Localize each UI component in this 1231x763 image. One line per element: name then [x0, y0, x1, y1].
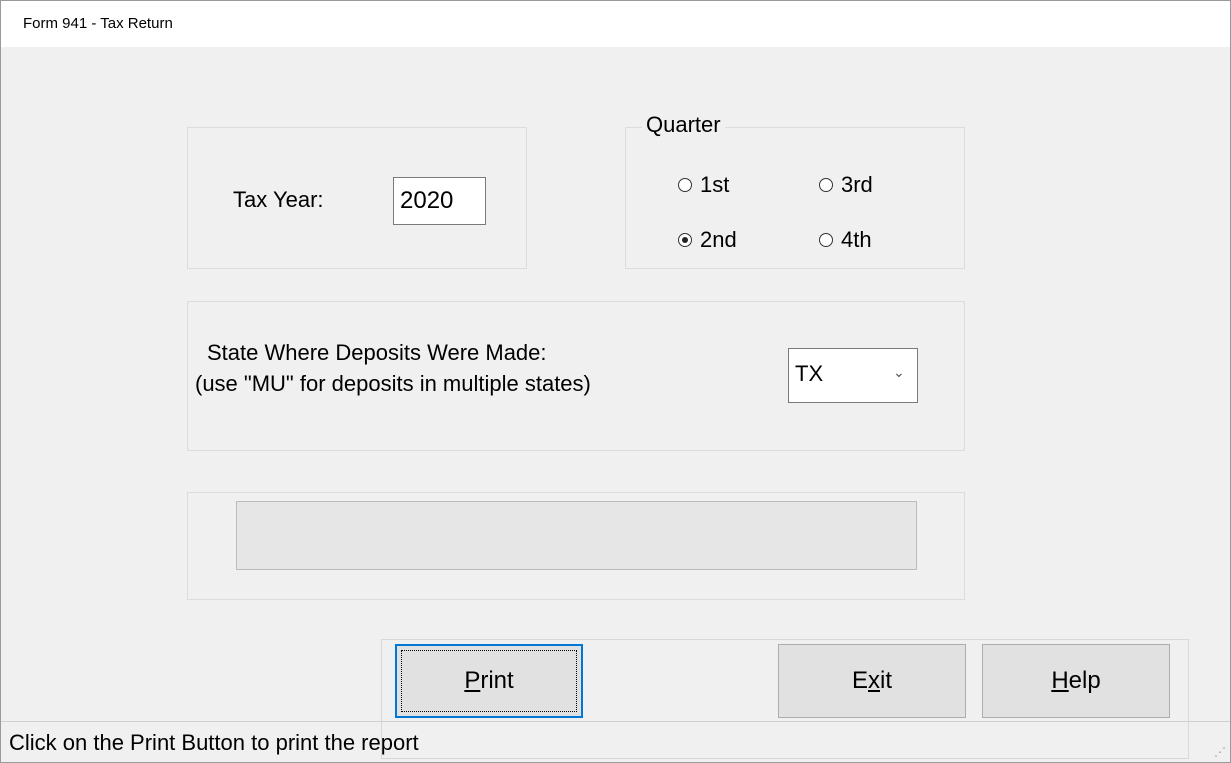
- print-button[interactable]: Print: [395, 644, 583, 718]
- radio-label-2nd: 2nd: [700, 227, 737, 252]
- exit-button[interactable]: Exit: [778, 644, 966, 718]
- radio-circle-1st: [678, 178, 692, 192]
- radio-quarter-4th[interactable]: 4th: [819, 227, 872, 253]
- help-button[interactable]: Help: [982, 644, 1170, 718]
- state-selected-value: TX: [795, 361, 824, 386]
- radio-label-4th: 4th: [841, 227, 872, 252]
- tax-year-input[interactable]: [393, 177, 486, 225]
- radio-circle-2nd: [678, 233, 692, 247]
- state-dropdown[interactable]: TX ⌄: [788, 348, 918, 403]
- status-text: Click on the Print Button to print the r…: [9, 730, 419, 755]
- tax-year-label: Tax Year:: [233, 187, 324, 212]
- radio-label-3rd: 3rd: [841, 172, 873, 197]
- radio-circle-3rd: [819, 178, 833, 192]
- help-button-label: Help: [1051, 667, 1101, 694]
- progress-bar: [236, 501, 917, 570]
- radio-circle-4th: [819, 233, 833, 247]
- state-label-line1: State Where Deposits Were Made:: [207, 340, 547, 365]
- focus-ring: [401, 650, 577, 712]
- form-941-window: Form 941 - Tax Return Tax Year: Quarter …: [0, 0, 1231, 763]
- chevron-down-icon: ⌄: [893, 365, 905, 381]
- radio-quarter-3rd[interactable]: 3rd: [819, 172, 873, 198]
- radio-quarter-2nd[interactable]: 2nd: [678, 227, 737, 253]
- radio-quarter-1st[interactable]: 1st: [678, 172, 729, 198]
- resize-grip-icon[interactable]: ⋰: [1214, 745, 1226, 759]
- quarter-legend: Quarter: [642, 112, 725, 138]
- status-bar: Click on the Print Button to print the r…: [1, 721, 1230, 763]
- window-title: Form 941 - Tax Return: [23, 15, 173, 32]
- exit-button-label: Exit: [851, 667, 892, 694]
- state-label-line2: (use "MU" for deposits in multiple state…: [195, 371, 591, 396]
- quarter-group: [625, 127, 965, 269]
- radio-label-1st: 1st: [700, 172, 730, 197]
- title-bar: Form 941 - Tax Return: [1, 1, 1230, 47]
